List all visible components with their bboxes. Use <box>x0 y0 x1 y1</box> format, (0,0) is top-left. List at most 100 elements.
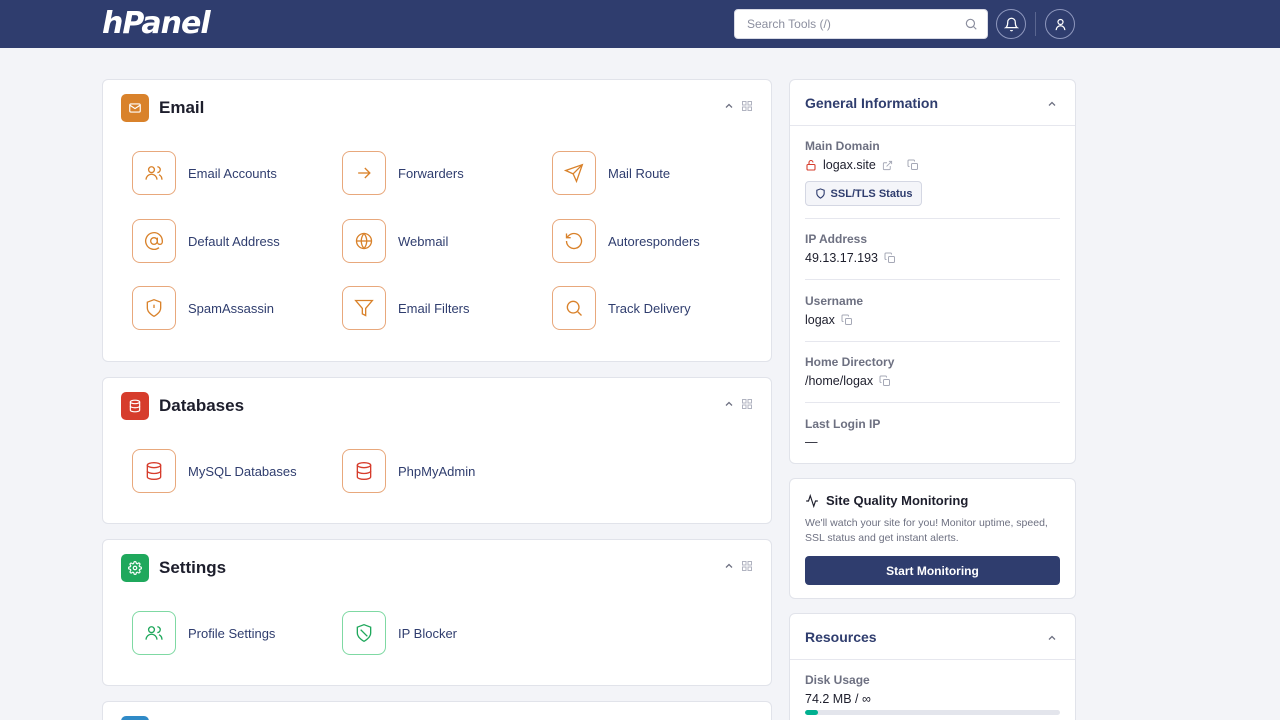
tool-label: Autoresponders <box>608 233 700 249</box>
settings-section-controls <box>723 560 753 572</box>
grid-drag-icon[interactable] <box>741 398 753 410</box>
activity-icon <box>806 493 818 508</box>
tool-label: PhpMyAdmin <box>398 463 476 479</box>
general-information-title: General Information <box>805 95 939 111</box>
resources-title: Resources <box>805 629 877 645</box>
username-row: logax <box>805 313 853 327</box>
site-quality-card: Site Quality Monitoring We'll watch your… <box>789 478 1076 599</box>
next-section <box>102 701 772 720</box>
ip-address-label: IP Address <box>805 232 868 246</box>
start-monitoring-button[interactable]: Start Monitoring <box>805 556 1060 585</box>
users-icon <box>132 151 176 195</box>
tool-label: Webmail <box>398 233 449 249</box>
tool-forwarders[interactable]: Forwarders <box>342 151 464 195</box>
tool-email-accounts[interactable]: Email Accounts <box>132 151 277 195</box>
databases-section: Databases MySQL Databases PhpMyAdmin <box>102 377 772 524</box>
row-divider <box>805 218 1060 219</box>
database-icon <box>132 449 176 493</box>
email-section-controls <box>723 100 753 112</box>
disk-usage-fill <box>805 710 818 715</box>
shield-icon <box>815 188 825 199</box>
general-information-card: General Information Main Domain logax.si… <box>789 79 1076 464</box>
unlock-icon <box>806 159 816 171</box>
chevron-up-icon[interactable] <box>1046 98 1058 110</box>
row-divider <box>805 341 1060 342</box>
copy-icon[interactable] <box>884 252 896 264</box>
tool-spamassassin[interactable]: SpamAssassin <box>132 286 274 330</box>
site-quality-description: We'll watch your site for you! Monitor u… <box>805 517 1048 544</box>
settings-badge <box>121 554 149 582</box>
tool-label: Profile Settings <box>188 625 276 641</box>
disk-usage-value: 74.2 MB / ∞ <box>805 692 871 706</box>
chevron-up-icon[interactable] <box>723 560 735 572</box>
tool-mail-route[interactable]: Mail Route <box>552 151 670 195</box>
arrow-right-icon <box>342 151 386 195</box>
settings-section-header: Settings <box>121 554 226 582</box>
ssl-tls-status-button[interactable]: SSL/TLS Status <box>805 181 922 206</box>
grid-drag-icon[interactable] <box>741 560 753 572</box>
tool-phpmyadmin[interactable]: PhpMyAdmin <box>342 449 475 493</box>
chevron-up-icon[interactable] <box>723 100 735 112</box>
send-icon <box>552 151 596 195</box>
tool-track-delivery[interactable]: Track Delivery <box>552 286 691 330</box>
email-section-title: Email <box>159 98 205 117</box>
row-divider <box>805 402 1060 403</box>
copy-icon[interactable] <box>907 159 919 171</box>
settings-section: Settings Profile Settings IP Blocker <box>102 539 772 686</box>
mail-icon <box>129 103 141 113</box>
chevron-up-icon[interactable] <box>723 398 735 410</box>
rotate-ccw-icon <box>552 219 596 263</box>
grid-drag-icon[interactable] <box>741 100 753 112</box>
tool-autoresponders[interactable]: Autoresponders <box>552 219 700 263</box>
search-input[interactable] <box>747 10 967 38</box>
tool-webmail[interactable]: Webmail <box>342 219 448 263</box>
databases-section-controls <box>723 398 753 410</box>
globe-icon <box>342 219 386 263</box>
tool-label: IP Blocker <box>398 625 458 641</box>
tool-label: Email Filters <box>398 300 470 316</box>
search-icon[interactable] <box>964 17 978 31</box>
copy-icon[interactable] <box>879 375 891 387</box>
main-domain-label: Main Domain <box>805 139 880 153</box>
hpanel-logo[interactable]: hPanel <box>102 6 211 41</box>
header-divider <box>790 659 1075 660</box>
home-directory-label: Home Directory <box>805 355 895 369</box>
tool-ip-blocker[interactable]: IP Blocker <box>342 611 457 655</box>
tool-default-address[interactable]: Default Address <box>132 219 280 263</box>
tool-mysql-databases[interactable]: MySQL Databases <box>132 449 297 493</box>
at-icon <box>132 219 176 263</box>
databases-section-title: Databases <box>159 396 245 415</box>
top-bar: hPanel <box>0 0 1280 48</box>
chevron-up-icon[interactable] <box>1046 632 1058 644</box>
home-directory-row: /home/logax <box>805 374 891 388</box>
tool-label: MySQL Databases <box>188 463 297 479</box>
account-button[interactable] <box>1045 9 1075 39</box>
tool-email-filters[interactable]: Email Filters <box>342 286 470 330</box>
search-box[interactable] <box>734 9 988 39</box>
email-section-header: Email <box>121 94 204 122</box>
next-section-badge <box>121 716 149 720</box>
main-domain-value[interactable]: logax.site <box>823 158 876 172</box>
tool-profile-settings[interactable]: Profile Settings <box>132 611 275 655</box>
tool-label: Mail Route <box>608 165 671 181</box>
gear-icon <box>128 561 142 575</box>
topbar-divider <box>1035 12 1036 36</box>
databases-section-header: Databases <box>121 392 244 420</box>
tool-label: SpamAssassin <box>188 300 274 316</box>
external-link-icon[interactable] <box>882 160 893 171</box>
last-login-ip-value: — <box>805 435 818 449</box>
ip-address-value: 49.13.17.193 <box>805 251 878 265</box>
home-directory-value: /home/logax <box>805 374 874 388</box>
notifications-button[interactable] <box>996 9 1026 39</box>
username-value: logax <box>805 313 835 327</box>
ip-address-row: 49.13.17.193 <box>805 251 896 265</box>
row-divider <box>805 279 1060 280</box>
database-icon <box>342 449 386 493</box>
copy-icon[interactable] <box>841 314 853 326</box>
site-quality-title: Site Quality Monitoring <box>826 493 969 508</box>
databases-badge <box>121 392 149 420</box>
main-domain-row: logax.site <box>805 158 919 172</box>
bell-icon <box>1003 17 1019 31</box>
disk-usage-label: Disk Usage <box>805 673 870 687</box>
filter-icon <box>342 286 386 330</box>
